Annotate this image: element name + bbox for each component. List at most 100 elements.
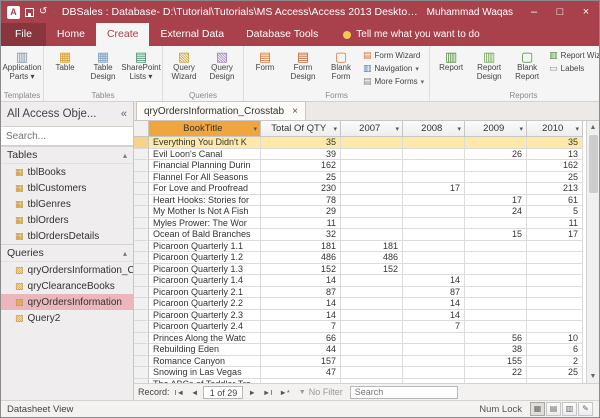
table-cell[interactable]: 15 <box>465 229 527 241</box>
table-cell[interactable]: 181 <box>341 241 403 253</box>
form-wizard-button[interactable]: ▤Form Wizard <box>360 49 427 62</box>
table-cell[interactable] <box>341 333 403 345</box>
table-cell[interactable]: 14 <box>403 310 465 322</box>
table-cell[interactable]: 26 <box>465 149 527 161</box>
table-cell[interactable]: 14 <box>261 275 341 287</box>
table-cell[interactable]: 87 <box>261 287 341 299</box>
datasheet-view-button[interactable]: ▦ <box>530 402 545 416</box>
table-cell[interactable]: 25 <box>527 172 583 184</box>
filter-dropdown-icon[interactable]: ▾ <box>253 125 257 133</box>
table-row[interactable]: Romance Canyon1571552 <box>134 356 586 368</box>
navigation-search-input[interactable] <box>6 131 134 142</box>
table-cell[interactable]: 32 <box>261 229 341 241</box>
filter-dropdown-icon[interactable]: ▾ <box>333 125 337 133</box>
record-selector[interactable] <box>134 183 149 195</box>
table-cell[interactable] <box>465 321 527 333</box>
table-cell[interactable]: Snowing in Las Vegas <box>149 367 261 379</box>
table-cell[interactable]: 35 <box>261 137 341 149</box>
table-row[interactable]: Picaroon Quarterly 2.477 <box>134 321 586 333</box>
table-row[interactable]: Princes Along the Watc665610 <box>134 333 586 345</box>
record-selector[interactable] <box>134 287 149 299</box>
table-cell[interactable]: 35 <box>527 137 583 149</box>
table-cell[interactable] <box>465 160 527 172</box>
table-cell[interactable] <box>403 218 465 230</box>
scrollbar-thumb[interactable] <box>589 135 598 193</box>
table-cell[interactable]: 87 <box>403 287 465 299</box>
tab-file[interactable]: File <box>1 23 46 46</box>
column-header-2007[interactable]: 2007▾ <box>341 121 403 137</box>
navigation-button[interactable]: ▥Navigation▾ <box>360 62 427 75</box>
table-cell[interactable]: 152 <box>341 264 403 276</box>
table-cell[interactable]: 162 <box>261 160 341 172</box>
collapse-section-icon[interactable]: ▴ <box>123 151 127 160</box>
table-cell[interactable] <box>341 275 403 287</box>
table-cell[interactable]: 230 <box>261 183 341 195</box>
table-cell[interactable]: 157 <box>261 356 341 368</box>
table-cell[interactable]: 25 <box>527 367 583 379</box>
table-cell[interactable] <box>341 160 403 172</box>
record-selector[interactable] <box>134 149 149 161</box>
table-row[interactable]: Picaroon Quarterly 1.41414 <box>134 275 586 287</box>
table-cell[interactable] <box>341 149 403 161</box>
query-design-button[interactable]: ▧Query Design <box>203 47 241 90</box>
table-cell[interactable] <box>527 287 583 299</box>
table-row[interactable]: Myles Prower: The Wor1111 <box>134 218 586 230</box>
table-cell[interactable] <box>403 367 465 379</box>
table-cell[interactable]: Picaroon Quarterly 1.3 <box>149 264 261 276</box>
table-cell[interactable]: Everything You Didn't K <box>149 137 261 149</box>
record-selector[interactable] <box>134 356 149 368</box>
table-cell[interactable] <box>527 310 583 322</box>
record-selector[interactable] <box>134 195 149 207</box>
section-header-tables[interactable]: Tables▴ <box>1 146 133 164</box>
table-cell[interactable]: Picaroon Quarterly 2.2 <box>149 298 261 310</box>
report-design-button[interactable]: ▥Report Design <box>470 47 508 90</box>
table-cell[interactable] <box>403 172 465 184</box>
table-cell[interactable] <box>465 137 527 149</box>
table-cell[interactable]: 24 <box>465 206 527 218</box>
column-header-2009[interactable]: 2009▾ <box>465 121 527 137</box>
table-cell[interactable]: 5 <box>527 206 583 218</box>
table-row[interactable]: Snowing in Las Vegas47 2225 <box>134 367 586 379</box>
table-cell[interactable]: Picaroon Quarterly 1.4 <box>149 275 261 287</box>
report-wizard-button[interactable]: ▥Report Wizard <box>546 49 599 62</box>
table-cell[interactable]: 181 <box>261 241 341 253</box>
record-selector[interactable] <box>134 275 149 287</box>
record-selector[interactable] <box>134 252 149 264</box>
vertical-scrollbar[interactable]: ▲ ▼ <box>586 121 599 383</box>
table-cell[interactable] <box>341 344 403 356</box>
customize-qat-icon[interactable]: ▾ <box>52 8 56 16</box>
table-cell[interactable]: My Mother Is Not A Fish <box>149 206 261 218</box>
table-cell[interactable]: Princes Along the Watc <box>149 333 261 345</box>
table-cell[interactable] <box>465 252 527 264</box>
table-cell[interactable] <box>341 206 403 218</box>
column-header-2008[interactable]: 2008▾ <box>403 121 465 137</box>
undo-icon[interactable]: ↺ <box>39 7 47 17</box>
table-cell[interactable]: 162 <box>527 160 583 172</box>
table-cell[interactable]: 152 <box>261 264 341 276</box>
table-cell[interactable]: 14 <box>261 298 341 310</box>
table-cell[interactable] <box>527 275 583 287</box>
table-cell[interactable]: 22 <box>465 367 527 379</box>
table-cell[interactable]: 10 <box>527 333 583 345</box>
table-cell[interactable] <box>465 218 527 230</box>
table-row[interactable]: Flannel For All Seasons2525 <box>134 172 586 184</box>
table-cell[interactable] <box>527 241 583 253</box>
table-cell[interactable] <box>527 321 583 333</box>
table-cell[interactable] <box>403 356 465 368</box>
record-selector[interactable] <box>134 172 149 184</box>
table-cell[interactable] <box>341 298 403 310</box>
table-cell[interactable] <box>341 367 403 379</box>
account-user-name[interactable]: Muhammad Waqas <box>427 7 513 18</box>
sidebar-item-tblordersdetails[interactable]: ▦tblOrdersDetails <box>1 228 133 244</box>
record-selector[interactable] <box>134 367 149 379</box>
table-cell[interactable]: 61 <box>527 195 583 207</box>
record-selector[interactable] <box>134 218 149 230</box>
table-cell[interactable]: 47 <box>261 367 341 379</box>
table-cell[interactable]: Myles Prower: The Wor <box>149 218 261 230</box>
record-selector[interactable] <box>134 321 149 333</box>
record-selector[interactable] <box>134 298 149 310</box>
first-record-button[interactable]: I◄ <box>173 388 187 397</box>
sidebar-item-tblgenres[interactable]: ▦tblGenres <box>1 196 133 212</box>
blank-report-button[interactable]: ▢Blank Report <box>508 47 546 90</box>
next-record-button[interactable]: ► <box>246 388 257 397</box>
